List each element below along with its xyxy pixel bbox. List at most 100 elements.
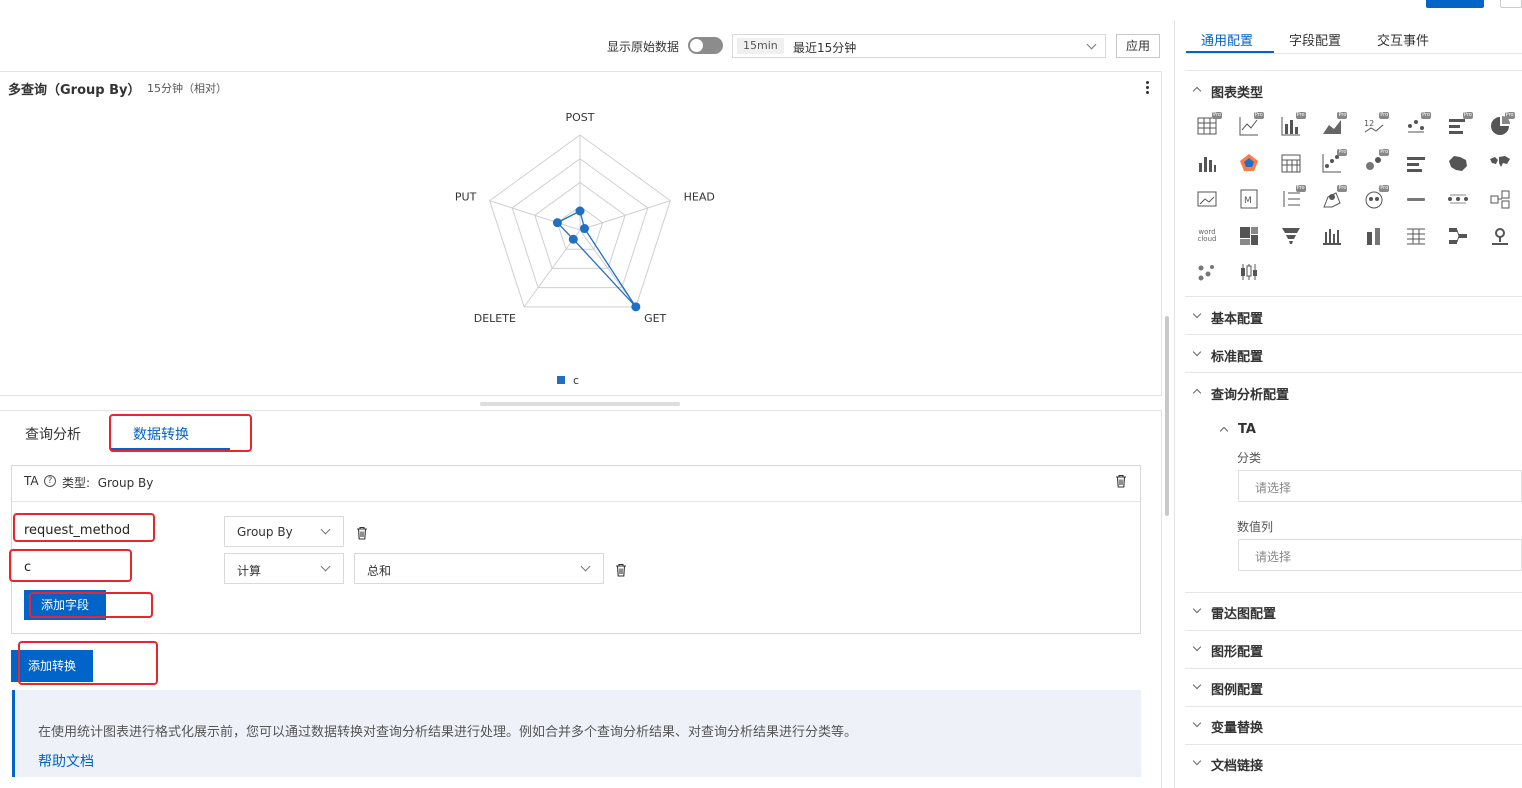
amap-icon[interactable]: Pro [1362,185,1390,211]
horizontal-bar-icon[interactable]: Pro [1446,112,1473,138]
radar-indicator-label: HEAD [684,190,715,203]
progress-bar-icon[interactable] [1404,151,1428,175]
time-range-select[interactable]: 15min 最近15分钟 [732,34,1106,58]
help-doc-link[interactable]: 帮助文档 [38,751,94,771]
radar-point[interactable] [568,234,578,244]
pie-chart-icon[interactable]: Pro [1488,112,1515,138]
chevron-up-icon[interactable] [1192,86,1202,96]
tab-field-config[interactable]: 字段配置 [1289,30,1341,49]
tab-query-analysis[interactable]: 查询分析 [25,424,81,444]
column-icon[interactable] [1320,224,1344,248]
more-options-icon[interactable] [1141,80,1153,96]
radar-indicator-label: POST [566,111,595,124]
pro-badge: Pro [1295,112,1306,119]
help-icon[interactable]: ? [44,475,56,487]
apply-button[interactable]: 应用 [1116,34,1160,58]
select-placeholder: 请选择 [1255,550,1292,564]
top-secondary-button[interactable] [1500,0,1522,8]
highlight-box [9,549,132,582]
dots-icon[interactable] [1195,260,1219,284]
tab-general-config[interactable]: 通用配置 [1201,30,1253,49]
stacked-bar-icon[interactable] [1362,224,1386,248]
relation-icon[interactable] [1488,187,1512,211]
section-chart-type[interactable]: 图表类型 [1211,82,1263,101]
agg-select[interactable]: 总和 [354,553,604,584]
pin-map-icon[interactable] [1488,224,1512,248]
topology-icon[interactable] [1446,187,1470,211]
section-basic-config[interactable]: 基本配置 [1211,308,1263,327]
delete-row-icon[interactable] [615,563,627,577]
section-radar-config[interactable]: 雷达图配置 [1211,603,1276,622]
legend-label[interactable]: c [573,374,579,387]
pro-badge: Pro [1421,112,1431,119]
scrollbar[interactable] [1165,316,1169,516]
radar-point[interactable] [575,206,585,216]
radar-point[interactable] [580,224,590,234]
ta-subsection[interactable]: TA [1238,422,1256,437]
delete-row-icon[interactable] [356,526,368,540]
chevron-down-icon[interactable] [1192,642,1202,652]
chevron-down-icon[interactable] [1192,309,1202,319]
bubble-icon[interactable]: Pro [1362,148,1390,175]
panel-subtitle: 15分钟（相对） [147,82,227,95]
radar-point[interactable] [631,302,641,312]
top-primary-button[interactable] [1426,0,1484,8]
scatter-icon[interactable]: Pro [1320,148,1348,175]
line-chart-icon[interactable]: Pro [1237,112,1264,138]
funnel-icon[interactable] [1279,224,1303,248]
area-chart-icon[interactable]: Pro [1320,112,1348,138]
treemap-icon[interactable] [1237,224,1261,248]
calendar-icon[interactable] [1279,151,1303,175]
op-select-calc[interactable]: 计算 [224,553,344,584]
tab-interaction-events[interactable]: 交互事件 [1377,30,1429,49]
image-icon[interactable] [1195,187,1219,211]
grid-table-icon[interactable] [1404,224,1428,248]
radar-chart: POST HEAD GET DELETE PUT c [455,111,715,387]
divider-icon[interactable] [1404,187,1428,211]
section-variable-replace[interactable]: 变量替换 [1211,717,1263,736]
candle-icon[interactable] [1237,260,1261,284]
section-divider [1185,372,1522,373]
section-standard-config[interactable]: 标准配置 [1211,346,1263,365]
transform-name: TA [24,474,39,488]
table-icon[interactable]: Pro [1195,112,1222,138]
category-select[interactable]: 请选择 [1238,470,1522,502]
single-value-icon[interactable]: 12 Pro [1362,112,1390,138]
section-legend-config[interactable]: 图例配置 [1211,679,1263,698]
china-map-icon[interactable] [1446,151,1470,175]
markdown-icon[interactable]: M [1237,187,1261,211]
pro-badge: Pro [1337,112,1348,119]
svg-text:12: 12 [1364,119,1374,128]
section-doc-link[interactable]: 文档链接 [1211,755,1263,774]
chevron-down-icon[interactable] [1192,680,1202,690]
section-query-config[interactable]: 查询分析配置 [1211,384,1289,403]
pro-badge: Pro [1212,112,1222,119]
chevron-down-icon[interactable] [1192,347,1202,357]
delete-transform-icon[interactable] [1115,474,1127,488]
bar-chart-icon[interactable]: Pro [1279,112,1306,138]
chevron-up-icon[interactable] [1192,388,1202,398]
highlight-box [29,592,153,618]
word-cloud-icon[interactable]: word cloud [1195,224,1219,248]
raw-data-toggle[interactable] [688,37,723,54]
histogram-icon[interactable] [1195,151,1219,175]
chevron-down-icon [320,524,331,535]
resize-handle[interactable] [480,402,680,406]
chevron-up-icon[interactable] [1219,426,1229,436]
list-icon[interactable]: Pro [1279,185,1306,211]
chevron-down-icon [320,561,331,572]
radar-point[interactable] [552,218,562,228]
highlight-box [13,513,155,542]
value-column-select[interactable]: 请选择 [1238,539,1522,571]
radar-chart-icon[interactable] [1237,151,1261,175]
chevron-down-icon[interactable] [1192,718,1202,728]
sankey-icon[interactable] [1446,224,1470,248]
section-shape-config[interactable]: 图形配置 [1211,641,1263,660]
world-map-icon[interactable] [1488,151,1512,175]
category-label: 分类 [1237,451,1262,465]
chevron-down-icon[interactable] [1192,756,1202,766]
chevron-down-icon[interactable] [1192,604,1202,614]
flow-chart-icon[interactable]: Pro [1404,112,1431,138]
op-select-group-by[interactable]: Group By [224,516,344,547]
geo-icon[interactable]: Pro [1320,185,1348,211]
